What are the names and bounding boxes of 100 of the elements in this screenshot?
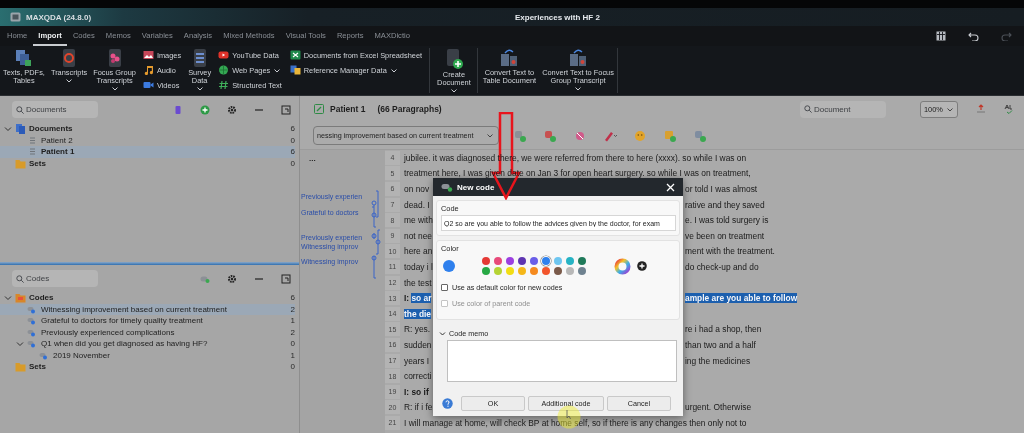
spellcheck-icon[interactable]	[1004, 104, 1014, 114]
paragraph-text: correcti	[404, 371, 432, 382]
documents-icon	[15, 123, 26, 135]
color-swatch[interactable]	[494, 267, 502, 275]
color-swatch[interactable]	[578, 267, 586, 275]
item-count: 2	[290, 327, 295, 337]
music-note-icon	[142, 65, 154, 75]
help-icon[interactable]	[442, 398, 453, 409]
color-swatch[interactable]	[530, 267, 538, 275]
paragraph-text: ve been on treatment	[685, 230, 765, 241]
paragraph-text: R: if i fe	[404, 402, 433, 413]
tree-item[interactable]: Grateful to doctors for timely quality treatment 1	[0, 315, 295, 327]
color-swatch[interactable]	[482, 267, 490, 275]
chevron-icon	[439, 330, 446, 337]
color-swatch[interactable]	[506, 257, 514, 265]
color-swatch[interactable]	[542, 257, 550, 265]
tree-item[interactable]: Patient 1 6	[0, 146, 295, 158]
tree-item[interactable]: Witnessing improvement based on current treatment 2	[0, 303, 295, 315]
tree-item[interactable]: Patient 2 0	[0, 134, 295, 146]
tree-item[interactable]: 2019 November 1	[0, 349, 295, 361]
paragraph-text: sudden	[404, 339, 432, 350]
paragraph-text: R: yes.	[404, 324, 431, 335]
color-swatch[interactable]	[494, 257, 502, 265]
more-button[interactable]: ...	[309, 154, 316, 163]
color-swatch[interactable]	[578, 257, 586, 265]
document-icon	[27, 146, 38, 158]
paragraph-count: (66 Paragraphs)	[377, 104, 442, 114]
tree-item[interactable]: Previously experienced complications 2	[0, 326, 295, 338]
memo-field[interactable]	[447, 340, 677, 382]
item-count: 0	[290, 339, 295, 349]
document-title: Patient 1	[330, 104, 366, 114]
color-swatch[interactable]	[566, 267, 574, 275]
paragraph-text: or told I was almost	[685, 184, 758, 194]
settings-icon[interactable]	[227, 104, 237, 115]
folder-icon	[15, 157, 26, 169]
video-camera-icon	[142, 80, 154, 90]
paragraph-text: I: so if	[404, 386, 429, 397]
color-swatch[interactable]	[518, 257, 526, 265]
color-swatch[interactable]	[506, 267, 514, 275]
edit-document-icon	[314, 104, 324, 114]
folder-icon	[15, 292, 26, 304]
folder-icon	[15, 361, 26, 373]
color-swatch[interactable]	[554, 267, 562, 275]
color-swatch[interactable]	[518, 267, 526, 275]
code-icon	[27, 315, 38, 327]
window-icon[interactable]	[281, 104, 291, 115]
color-swatch[interactable]	[530, 257, 538, 265]
chevron-icon[interactable]	[16, 339, 24, 348]
search-icon	[804, 105, 812, 113]
item-count: 6	[290, 293, 295, 303]
paragraph-text: ing the medicines	[685, 355, 751, 366]
color-swatch[interactable]	[482, 257, 490, 265]
paragraph-text: re i had a shop, then	[685, 324, 762, 335]
search-icon	[16, 105, 24, 114]
item-count: 0	[290, 135, 295, 145]
color-swatch[interactable]	[554, 257, 562, 265]
reference-icon	[289, 65, 301, 75]
item-count: 1	[290, 350, 295, 360]
color-swatch[interactable]	[542, 267, 550, 275]
paragraph-text: here an	[404, 246, 433, 257]
item-count: 0	[290, 362, 295, 372]
caret-icon	[946, 105, 954, 113]
redo-icon[interactable]	[1001, 31, 1012, 41]
export-icon[interactable]	[976, 104, 986, 114]
item-count: 2	[290, 304, 295, 314]
window-icon[interactable]	[281, 273, 291, 284]
item-count: 0	[290, 158, 295, 168]
paragraph-text: not nee	[404, 230, 432, 241]
app-title: MAXQDA (24.8.0)	[26, 12, 92, 22]
tree-item[interactable]: Q1 when did you get diagnosed as having HF? 0	[0, 338, 295, 350]
code-add-icon[interactable]	[543, 128, 557, 143]
search-field[interactable]: Codes	[12, 270, 98, 287]
search-icon	[16, 274, 24, 283]
item-count: 6	[290, 124, 295, 134]
spreadsheet-icon	[289, 50, 301, 60]
item-count: 6	[290, 147, 295, 157]
grid-icon[interactable]	[936, 31, 946, 41]
tree-item[interactable]: Documents 6	[0, 123, 295, 135]
paragraph-text: rative and they saved	[685, 199, 765, 210]
paragraph-text: urgent. Otherwise	[685, 402, 752, 413]
search-field[interactable]: Documents	[12, 101, 98, 118]
search-field[interactable]: Document	[800, 100, 886, 118]
undo-icon[interactable]	[968, 31, 979, 41]
tree-item[interactable]: Sets 0	[0, 361, 295, 373]
color-swatch[interactable]	[566, 257, 574, 265]
document-icon	[27, 134, 38, 146]
documents-icon	[13, 48, 34, 68]
tree-item[interactable]: Codes 6	[0, 292, 295, 304]
code-icon	[27, 338, 38, 350]
document-set-icon[interactable]	[173, 104, 183, 115]
chevron-icon[interactable]	[4, 293, 12, 302]
tree-item[interactable]: Sets 0	[0, 157, 295, 169]
dialog-title: New code	[457, 182, 495, 192]
add-icon[interactable]	[637, 261, 647, 271]
image-icon	[142, 50, 154, 60]
close-icon[interactable]	[666, 182, 675, 192]
settings-icon[interactable]	[227, 273, 237, 284]
project-title: Experiences with HF 2	[515, 12, 600, 22]
color-wheel-icon[interactable]	[614, 257, 631, 275]
chevron-icon[interactable]	[4, 124, 12, 133]
